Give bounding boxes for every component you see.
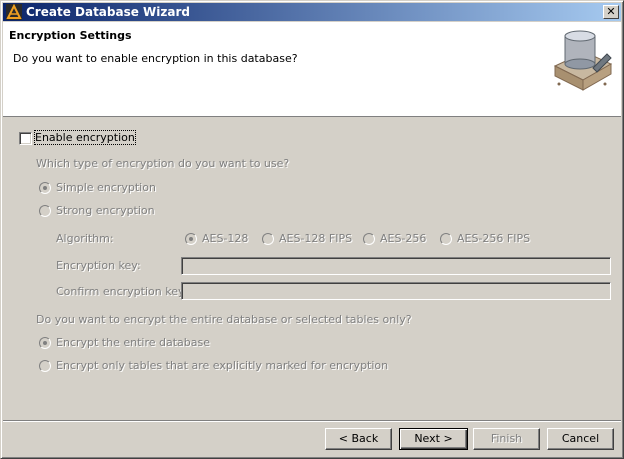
- finish-button[interactable]: Finish: [473, 428, 540, 450]
- marked-tables-radio[interactable]: [39, 360, 51, 372]
- back-button[interactable]: < Back: [325, 428, 392, 450]
- aes-256-fips-label[interactable]: AES-256 FIPS: [457, 232, 530, 245]
- strong-encryption-label[interactable]: Strong encryption: [56, 204, 155, 217]
- aes-128-fips-label[interactable]: AES-128 FIPS: [279, 232, 352, 245]
- page-title: Encryption Settings: [9, 29, 132, 42]
- encryption-type-question: Which type of encryption do you want to …: [36, 157, 290, 170]
- wizard-header: Encryption Settings Do you want to enabl…: [3, 22, 621, 117]
- database-icon: [553, 30, 613, 91]
- next-button[interactable]: Next >: [399, 428, 468, 450]
- title-bar[interactable]: Create Database Wizard ✕: [3, 3, 621, 21]
- confirm-key-field[interactable]: [181, 282, 611, 300]
- aes-128-radio[interactable]: [185, 233, 197, 245]
- wizard-window: Create Database Wizard ✕ Encryption Sett…: [0, 0, 624, 459]
- entire-database-label[interactable]: Encrypt the entire database: [56, 336, 210, 349]
- marked-tables-label[interactable]: Encrypt only tables that are explicitly …: [56, 359, 388, 372]
- finish-button-label: Finish: [490, 432, 523, 445]
- aes-256-radio[interactable]: [363, 233, 375, 245]
- enable-encryption-checkbox[interactable]: [19, 132, 32, 145]
- aes-128-fips-radio[interactable]: [262, 233, 274, 245]
- aes-128-label[interactable]: AES-128: [202, 232, 248, 245]
- cancel-button-label: Cancel: [561, 432, 600, 445]
- encryption-key-label: Encryption key:: [56, 259, 141, 272]
- aes-256-label[interactable]: AES-256: [380, 232, 426, 245]
- close-icon: ✕: [606, 5, 616, 18]
- simple-encryption-radio[interactable]: [39, 182, 51, 194]
- algorithm-label: Algorithm:: [56, 232, 114, 245]
- window-title: Create Database Wizard: [26, 5, 190, 19]
- enable-encryption-label[interactable]: Enable encryption: [34, 130, 136, 145]
- confirm-key-label: Confirm encryption key:: [56, 285, 188, 298]
- back-button-label: < Back: [338, 432, 379, 445]
- simple-encryption-label[interactable]: Simple encryption: [56, 181, 156, 194]
- entire-database-radio[interactable]: [39, 337, 51, 349]
- aes-256-fips-radio[interactable]: [440, 233, 452, 245]
- page-subtitle: Do you want to enable encryption in this…: [13, 52, 298, 65]
- cancel-button[interactable]: Cancel: [547, 428, 614, 450]
- encryption-key-field[interactable]: [181, 257, 611, 275]
- close-button[interactable]: ✕: [603, 5, 619, 19]
- encryption-scope-question: Do you want to encrypt the entire databa…: [36, 313, 412, 326]
- app-icon: [6, 4, 22, 20]
- next-button-label: Next >: [414, 432, 453, 445]
- button-separator: [3, 420, 621, 422]
- strong-encryption-radio[interactable]: [39, 205, 51, 217]
